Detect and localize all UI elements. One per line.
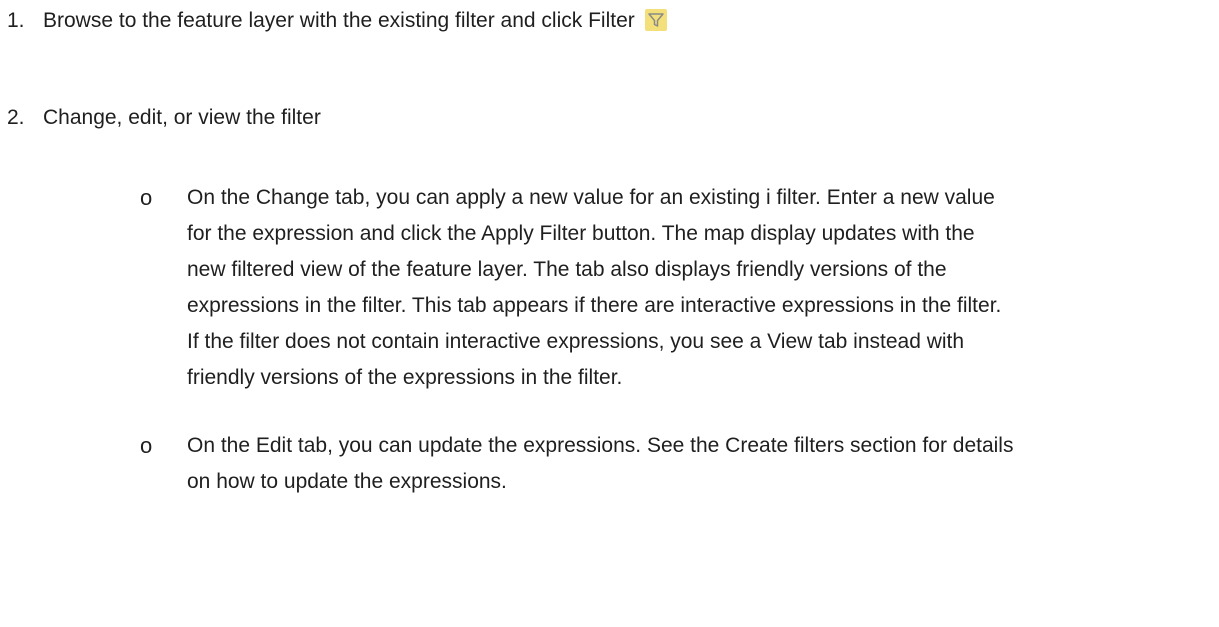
paragraph-line: friendly versions of the expressions in … [187, 366, 623, 389]
step-2: 2. Change, edit, or view the filter [7, 105, 321, 131]
bullet-edit-tab: On the Edit tab, you can update the expr… [187, 428, 1207, 500]
step-1: 1. Browse to the feature layer with the e… [7, 8, 667, 34]
paragraph-line: On the Change tab, you can apply a new v… [187, 186, 995, 209]
step-number: 2. [7, 106, 25, 129]
step-number: 1. [7, 9, 25, 32]
bullet-change-tab: On the Change tab, you can apply a new v… [187, 180, 1207, 396]
paragraph-line: new filtered view of the feature layer. … [187, 258, 947, 281]
document-page: 1. Browse to the feature layer with the e… [0, 0, 1219, 627]
paragraph-line: If the filter does not contain interacti… [187, 330, 965, 353]
paragraph-line: expressions in the filter. This tab appe… [187, 294, 1002, 317]
filter-icon [644, 9, 667, 31]
bullet-marker: o [140, 433, 153, 458]
paragraph-line: for the expression and click the Apply F… [187, 222, 975, 245]
bullet-marker: o [140, 185, 153, 210]
paragraph-line: on how to update the expressions. [187, 470, 507, 493]
step-text: Change, edit, or view the filter [43, 106, 321, 129]
step-text: Browse to the feature layer with the exi… [43, 9, 635, 32]
paragraph-line: On the Edit tab, you can update the expr… [187, 434, 1014, 457]
